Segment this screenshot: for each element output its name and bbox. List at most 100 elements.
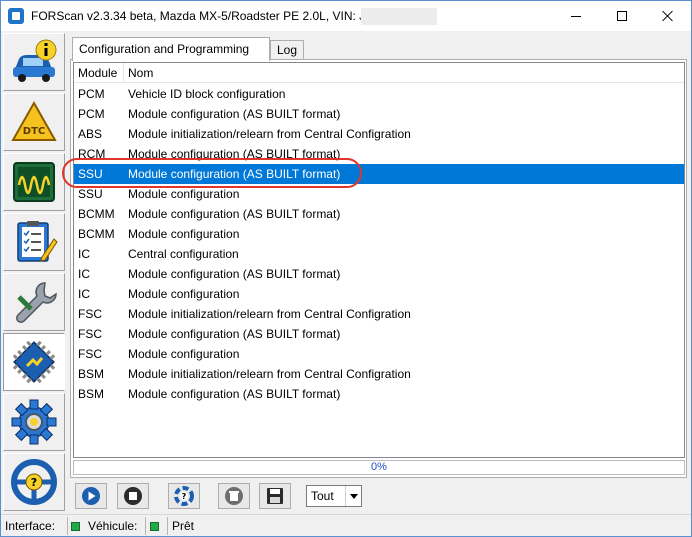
maximize-icon (617, 11, 627, 21)
window-title: FORScan v2.3.34 beta, Mazda MX-5/Roadste… (31, 9, 383, 23)
close-button[interactable] (645, 1, 691, 31)
list-rows: PCM Vehicle ID block configuration PCM Modu… (74, 84, 684, 404)
row-nom: Module configuration (AS BUILT format) (128, 207, 341, 221)
car-info-icon (13, 39, 57, 82)
save-button[interactable] (259, 483, 291, 509)
filter-select-value: Tout (311, 489, 334, 503)
row-nom: Module configuration (128, 227, 240, 241)
svg-text:?: ? (31, 476, 37, 489)
delete-button[interactable] (218, 483, 250, 509)
table-row[interactable]: FSC Module initialization/relearn from Ce… (74, 304, 684, 324)
table-row[interactable]: RCM Module configuration (AS BUILT format… (74, 144, 684, 164)
status-vehicle-label: Véhicule: (88, 519, 138, 533)
title-bar: FORScan v2.3.34 beta, Mazda MX-5/Roadste… (1, 1, 691, 31)
gear-icon (11, 399, 57, 445)
table-row[interactable]: PCM Module configuration (AS BUILT format… (74, 104, 684, 124)
row-module: PCM (78, 87, 105, 101)
chip-config-icon (12, 340, 56, 384)
maximize-button[interactable] (599, 1, 645, 31)
minimize-icon (571, 15, 581, 17)
sidebar-item-configuration[interactable] (3, 333, 65, 391)
table-row[interactable]: ABS Module initialization/relearn from Ce… (74, 124, 684, 144)
table-row[interactable]: IC Central configuration (74, 244, 684, 264)
filter-select[interactable]: Tout (306, 485, 362, 507)
save-icon (267, 488, 283, 504)
list-header: Module Nom (74, 63, 684, 83)
row-nom: Module initialization/relearn from Centr… (128, 367, 411, 381)
tab-log[interactable]: Log (270, 40, 304, 59)
row-nom: Module configuration (AS BUILT format) (128, 147, 341, 161)
close-icon (662, 10, 674, 22)
sidebar-item-settings[interactable] (3, 393, 65, 451)
sidebar-item-dtc[interactable]: DTC (3, 93, 65, 151)
table-row[interactable]: BSM Module configuration (AS BUILT format… (74, 384, 684, 404)
table-row[interactable]: BSM Module initialization/relearn from Ce… (74, 364, 684, 384)
row-module: IC (78, 247, 90, 261)
sidebar-item-vehicle-info[interactable] (3, 33, 65, 91)
row-module: BSM (78, 387, 105, 401)
chevron-down-icon[interactable] (345, 486, 361, 506)
svg-text:DTC: DTC (23, 126, 45, 137)
row-nom: Module initialization/relearn from Centr… (128, 127, 411, 141)
row-module: FSC (78, 347, 102, 361)
oscilloscope-icon (13, 162, 55, 202)
table-row[interactable]: BCMM Module configuration (AS BUILT forma… (74, 204, 684, 224)
column-header-module[interactable]: Module (74, 63, 124, 83)
row-module: BSM (78, 367, 105, 381)
row-nom: Module initialization/relearn from Centr… (128, 307, 411, 321)
row-nom: Module configuration (128, 287, 240, 301)
row-module: IC (78, 287, 90, 301)
stop-button[interactable] (117, 483, 149, 509)
row-nom: Module configuration (AS BUILT format) (128, 267, 341, 281)
svg-text:?: ? (182, 492, 187, 501)
row-nom: Module configuration (128, 347, 240, 361)
status-bar: Interface: Véhicule: Prêt (1, 514, 691, 536)
sidebar-item-oscilloscope[interactable] (3, 153, 65, 211)
table-row[interactable]: PCM Vehicle ID block configuration (74, 84, 684, 104)
help-button[interactable]: ? (168, 483, 200, 509)
status-separator (67, 517, 68, 535)
table-row[interactable]: BCMM Module configuration (74, 224, 684, 244)
status-interface-indicator (71, 518, 84, 534)
dtc-warning-icon: DTC (11, 100, 57, 141)
table-row[interactable]: IC Module configuration (74, 284, 684, 304)
table-row[interactable]: SSU Module configuration (74, 184, 684, 204)
minimize-button[interactable] (553, 1, 599, 31)
row-module: SSU (78, 167, 103, 181)
steering-help-icon: ? (11, 459, 57, 505)
row-module: SSU (78, 187, 103, 201)
app-window: FORScan v2.3.34 beta, Mazda MX-5/Roadste… (0, 0, 692, 537)
trash-icon (225, 487, 243, 505)
interface-status-led (71, 521, 80, 531)
forscan-app-icon (8, 8, 24, 24)
module-list[interactable]: Module Nom PCM Vehicle ID block configura… (73, 62, 685, 458)
run-button[interactable] (75, 483, 107, 509)
row-nom: Module configuration (AS BUILT format) (128, 107, 341, 121)
sidebar: DTC ? (3, 33, 65, 513)
row-module: PCM (78, 107, 105, 121)
vin-redaction (361, 8, 437, 25)
wrench-icon (16, 282, 57, 323)
column-header-nom[interactable]: Nom (124, 63, 684, 83)
status-separator (145, 517, 146, 535)
row-module: RCM (78, 147, 106, 161)
row-nom: Central configuration (128, 247, 239, 261)
table-row[interactable]: FSC Module configuration (74, 344, 684, 364)
tab-configuration-programming[interactable]: Configuration and Programming (72, 37, 270, 61)
configuration-panel: Module Nom PCM Vehicle ID block configura… (70, 59, 687, 478)
table-row[interactable]: FSC Module configuration (AS BUILT format… (74, 324, 684, 344)
sidebar-item-service[interactable] (3, 273, 65, 331)
row-module: BCMM (78, 207, 115, 221)
help-lifebuoy-icon: ? (174, 486, 194, 506)
status-interface-label: Interface: (5, 519, 56, 533)
sidebar-item-tests[interactable] (3, 213, 65, 271)
progress-bar: 0% (73, 460, 685, 475)
table-row[interactable]: IC Module configuration (AS BUILT format) (74, 264, 684, 284)
row-nom: Module configuration (AS BUILT format) (128, 167, 341, 181)
checklist-icon (17, 221, 58, 262)
row-module: ABS (78, 127, 103, 141)
table-row[interactable]: SSU Module configuration (AS BUILT format… (74, 164, 684, 184)
row-module: IC (78, 267, 90, 281)
row-nom: Module configuration (AS BUILT format) (128, 327, 341, 341)
sidebar-item-help[interactable]: ? (3, 453, 65, 511)
